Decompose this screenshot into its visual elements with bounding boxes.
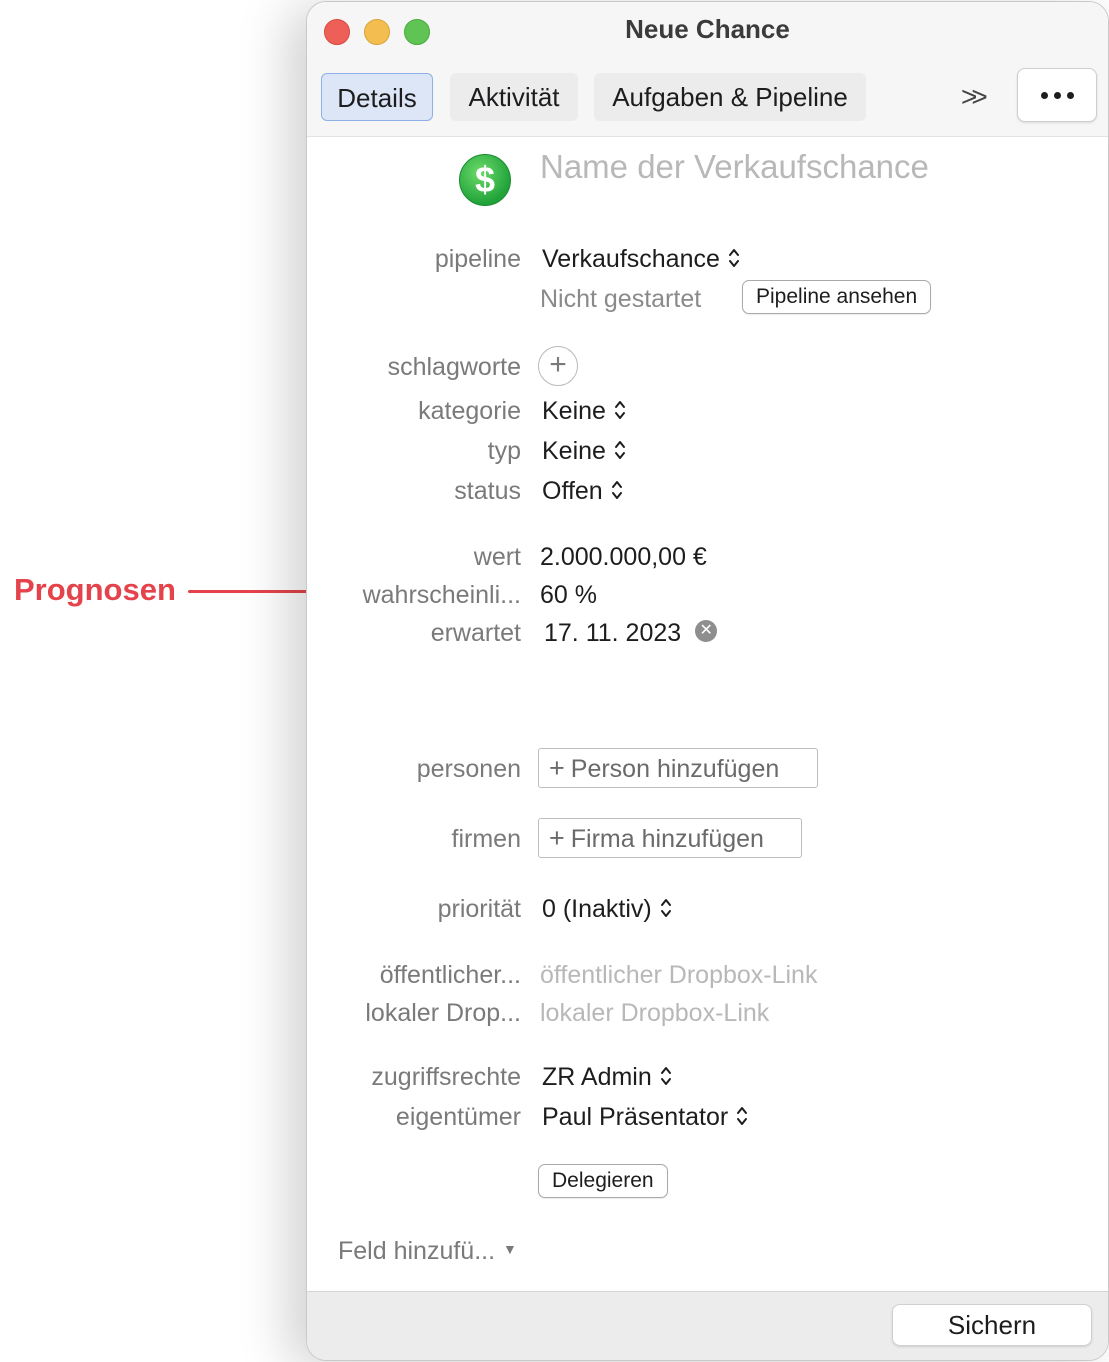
view-pipeline-button[interactable]: Pipeline ansehen bbox=[742, 280, 932, 314]
title-bar: Neue Chance Details Aktivität Aufgaben &… bbox=[307, 2, 1108, 137]
status-select[interactable]: Offen bbox=[542, 475, 623, 507]
tab-activity[interactable]: Aktivität bbox=[450, 73, 578, 121]
up-down-arrows-icon bbox=[728, 249, 739, 268]
ellipsis-icon bbox=[1040, 91, 1048, 99]
annotation-label: Prognosen bbox=[14, 572, 176, 607]
clear-date-icon[interactable]: ✕ bbox=[695, 620, 718, 643]
access-rights-value: ZR Admin bbox=[542, 1063, 652, 1091]
delegate-button[interactable]: Delegieren bbox=[538, 1164, 668, 1198]
dollar-icon: $ bbox=[459, 154, 511, 206]
public-dropbox-input[interactable]: öffentlicher Dropbox-Link bbox=[540, 959, 817, 991]
plus-icon: + bbox=[549, 753, 565, 783]
pipeline-label: pipeline bbox=[434, 245, 521, 273]
window-title: Neue Chance bbox=[625, 14, 790, 44]
probability-field[interactable]: 60 % bbox=[540, 579, 597, 611]
up-down-arrows-icon bbox=[737, 1107, 748, 1126]
persons-label: personen bbox=[416, 755, 521, 783]
priority-value: 0 (Inaktiv) bbox=[542, 895, 652, 923]
up-down-arrows-icon bbox=[660, 899, 671, 918]
access-rights-label: zugriffsrechte bbox=[371, 1063, 521, 1091]
plus-icon: + bbox=[549, 823, 565, 853]
up-down-arrows-icon bbox=[614, 441, 625, 460]
type-value: Keine bbox=[542, 437, 606, 465]
local-dropbox-input[interactable]: lokaler Dropbox-Link bbox=[540, 997, 769, 1029]
expected-date-value: 17. 11. 2023 bbox=[544, 619, 682, 647]
up-down-arrows-icon bbox=[660, 1067, 671, 1086]
opportunity-name-input[interactable]: Name der Verkaufschance bbox=[540, 148, 929, 186]
tab-overflow-chevron-icon[interactable]: >> bbox=[961, 81, 997, 113]
add-company-button[interactable]: + Firma hinzufügen bbox=[538, 818, 802, 858]
expected-date-field[interactable]: 17. 11. 2023 ✕ bbox=[544, 617, 718, 649]
type-label: typ bbox=[487, 437, 521, 465]
pipeline-select[interactable]: Verkaufschance bbox=[542, 243, 740, 275]
priority-label: priorität bbox=[437, 895, 521, 923]
access-rights-select[interactable]: ZR Admin bbox=[542, 1061, 672, 1093]
up-down-arrows-icon bbox=[611, 481, 622, 500]
expected-date-label: erwartet bbox=[430, 619, 521, 647]
add-person-button[interactable]: + Person hinzufügen bbox=[538, 748, 818, 788]
tab-details[interactable]: Details bbox=[321, 73, 433, 121]
save-button[interactable]: Sichern bbox=[892, 1304, 1092, 1346]
bottom-bar: Sichern bbox=[307, 1291, 1108, 1360]
tab-tasks-pipeline[interactable]: Aufgaben & Pipeline bbox=[594, 73, 866, 121]
owner-value: Paul Präsentator bbox=[542, 1103, 729, 1131]
owner-select[interactable]: Paul Präsentator bbox=[542, 1101, 748, 1133]
new-opportunity-window: Neue Chance Details Aktivität Aufgaben &… bbox=[306, 1, 1109, 1361]
priority-select[interactable]: 0 (Inaktiv) bbox=[542, 893, 672, 925]
up-down-arrows-icon bbox=[614, 401, 625, 420]
companies-label: firmen bbox=[451, 825, 521, 853]
more-actions-button[interactable] bbox=[1017, 68, 1097, 122]
add-tag-plus-icon[interactable]: + bbox=[538, 346, 578, 386]
add-field-dropdown[interactable]: Feld hinzufü... ▼ bbox=[338, 1235, 517, 1268]
local-dropbox-label: lokaler Drop... bbox=[365, 999, 521, 1027]
dropdown-caret-icon: ▼ bbox=[503, 1241, 517, 1258]
category-label: kategorie bbox=[418, 397, 521, 425]
status-value: Offen bbox=[542, 477, 603, 505]
value-field[interactable]: 2.000.000,00 € bbox=[540, 541, 707, 573]
category-value: Keine bbox=[542, 397, 606, 425]
value-label: wert bbox=[473, 543, 521, 571]
add-field-label: Feld hinzufü... bbox=[338, 1237, 496, 1265]
status-label: status bbox=[454, 477, 521, 505]
public-dropbox-label: öffentlicher... bbox=[379, 961, 521, 989]
probability-label: wahrscheinli... bbox=[362, 581, 521, 609]
category-select[interactable]: Keine bbox=[542, 395, 626, 427]
type-select[interactable]: Keine bbox=[542, 435, 626, 467]
owner-label: eigentümer bbox=[395, 1103, 521, 1131]
pipeline-value: Verkaufschance bbox=[542, 245, 720, 273]
tags-label: schlagworte bbox=[387, 353, 521, 381]
pipeline-state: Nicht gestartet bbox=[540, 285, 702, 313]
annotation-connector-line bbox=[188, 590, 322, 593]
